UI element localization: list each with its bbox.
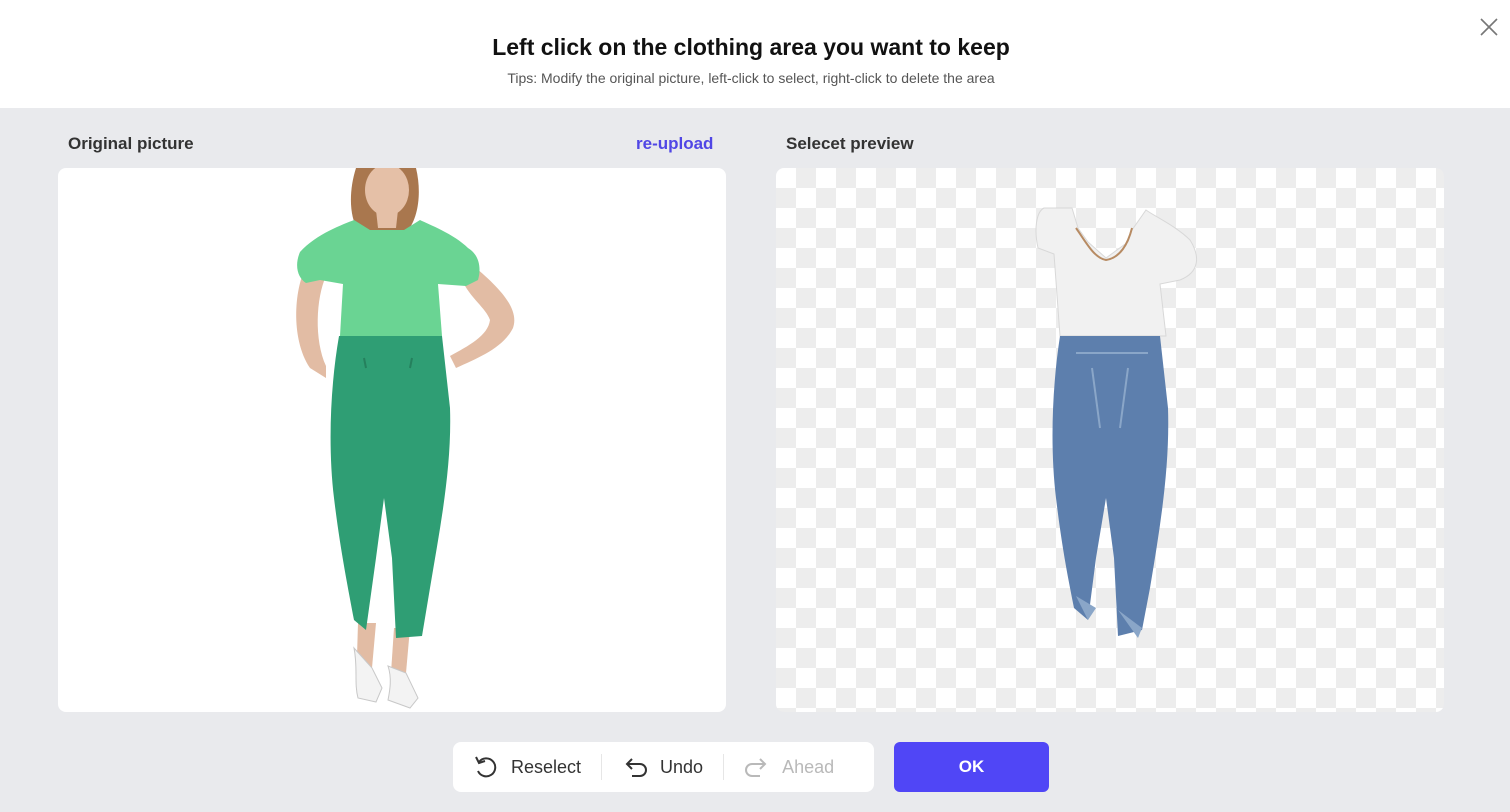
dialog-header: Left click on the clothing area you want…: [0, 0, 1510, 108]
original-model-image[interactable]: [58, 168, 726, 712]
reselect-icon: [475, 756, 497, 778]
original-picture-canvas[interactable]: [58, 168, 726, 712]
preview-clothing-image: [1035, 207, 1198, 638]
select-preview-label: Selecet preview: [786, 134, 914, 153]
redo-icon: [745, 758, 767, 777]
original-picture-label: Original picture: [68, 134, 194, 153]
selected-preview-canvas: [776, 168, 1444, 712]
edit-toolbar: Reselect Undo Ahead: [453, 742, 874, 792]
ahead-button[interactable]: Ahead: [724, 742, 854, 792]
undo-icon: [625, 758, 648, 777]
reupload-link[interactable]: re-upload: [636, 134, 713, 154]
reselect-label: Reselect: [511, 756, 582, 777]
reselect-button[interactable]: Reselect: [453, 742, 601, 792]
ok-button[interactable]: OK: [894, 742, 1049, 792]
undo-button[interactable]: Undo: [602, 742, 723, 792]
close-icon[interactable]: [1478, 16, 1500, 38]
undo-label: Undo: [660, 756, 704, 777]
ahead-label: Ahead: [782, 756, 835, 777]
dialog-title: Left click on the clothing area you want…: [492, 34, 1010, 60]
dialog-tip: Tips: Modify the original picture, left-…: [507, 70, 995, 86]
